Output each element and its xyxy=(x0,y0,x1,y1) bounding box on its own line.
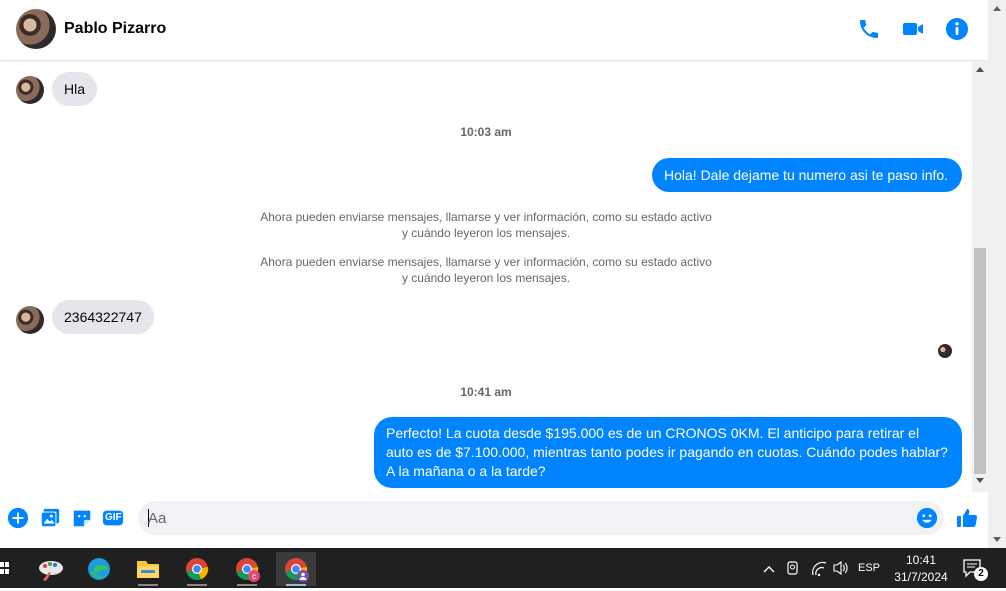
conversation-header: Pablo Pizarro xyxy=(0,0,988,61)
message-composer: GIF xyxy=(0,494,988,548)
gif-label: GIF xyxy=(105,512,122,523)
incoming-message[interactable]: Hla xyxy=(52,72,98,106)
running-indicator xyxy=(286,584,306,586)
windows-taskbar: c ESP 10:41 31/7/2024 2 xyxy=(0,548,1006,588)
meet-now-icon[interactable] xyxy=(785,548,801,588)
chat-scrollbar[interactable] xyxy=(972,62,988,492)
file-explorer-icon[interactable] xyxy=(128,552,168,586)
chrome-profile-c-icon[interactable]: c xyxy=(227,552,267,586)
plus-icon[interactable] xyxy=(7,507,29,529)
clock-date: 31/7/2024 xyxy=(894,570,948,584)
image-icon[interactable] xyxy=(39,507,61,529)
system-message: Ahora pueden enviarse mensajes, llamarse… xyxy=(260,210,712,240)
notification-center-icon[interactable]: 2 xyxy=(962,558,988,581)
svg-text:c: c xyxy=(252,572,256,581)
system-clock[interactable]: 10:41 31/7/2024 xyxy=(890,552,952,586)
like-icon[interactable] xyxy=(955,506,979,530)
chrome-profile-active-icon[interactable] xyxy=(276,552,316,586)
contact-avatar-small xyxy=(16,76,44,104)
language-indicator[interactable]: ESP xyxy=(858,562,880,574)
timestamp: 10:03 am xyxy=(460,125,512,139)
notification-count-badge: 2 xyxy=(974,567,988,581)
chrome-icon[interactable] xyxy=(177,552,217,586)
show-hidden-icons-icon[interactable] xyxy=(762,548,776,588)
clock-time: 10:41 xyxy=(905,553,937,567)
contact-avatar[interactable] xyxy=(16,9,56,49)
contact-avatar-small xyxy=(16,306,44,334)
wifi-icon[interactable] xyxy=(810,548,828,588)
window-scroll-down[interactable] xyxy=(993,537,1001,542)
edge-icon[interactable] xyxy=(79,552,119,586)
scroll-up-arrow[interactable] xyxy=(976,67,984,72)
scrollbar-thumb[interactable] xyxy=(974,248,986,474)
running-indicator xyxy=(138,584,158,586)
volume-icon[interactable] xyxy=(832,548,850,588)
paint-icon[interactable] xyxy=(31,552,71,586)
running-indicator xyxy=(237,584,257,586)
gif-icon[interactable]: GIF xyxy=(102,507,124,529)
window-scroll-up[interactable] xyxy=(993,6,1001,11)
incoming-message[interactable]: 2364322747 xyxy=(52,300,154,334)
message-input[interactable] xyxy=(148,507,908,529)
phone-icon[interactable] xyxy=(857,17,881,41)
start-menu-icon[interactable] xyxy=(0,560,10,576)
read-receipt-avatar xyxy=(938,344,952,358)
video-icon[interactable] xyxy=(901,17,925,41)
message-list: Hla 10:03 am Hola! Dale dejame tu numero… xyxy=(0,62,972,494)
running-indicator xyxy=(187,584,207,586)
messenger-window: Pablo Pizarro Hla 10:03 am Hola! Dale de… xyxy=(0,0,1006,588)
window-scrollbar[interactable] xyxy=(988,0,1006,548)
system-message: Ahora pueden enviarse mensajes, llamarse… xyxy=(260,255,712,285)
contact-name[interactable]: Pablo Pizarro xyxy=(64,20,166,38)
sticker-icon[interactable] xyxy=(71,507,93,529)
scroll-down-arrow[interactable] xyxy=(976,478,984,483)
outgoing-message[interactable]: Hola! Dale dejame tu numero asi te paso … xyxy=(652,158,962,192)
timestamp: 10:41 am xyxy=(460,385,512,399)
message-input-container[interactable] xyxy=(138,501,944,535)
outgoing-message[interactable]: Perfecto! La cuota desde $195.000 es de … xyxy=(374,417,962,488)
emoji-icon[interactable] xyxy=(916,507,938,529)
info-icon[interactable] xyxy=(945,17,969,41)
